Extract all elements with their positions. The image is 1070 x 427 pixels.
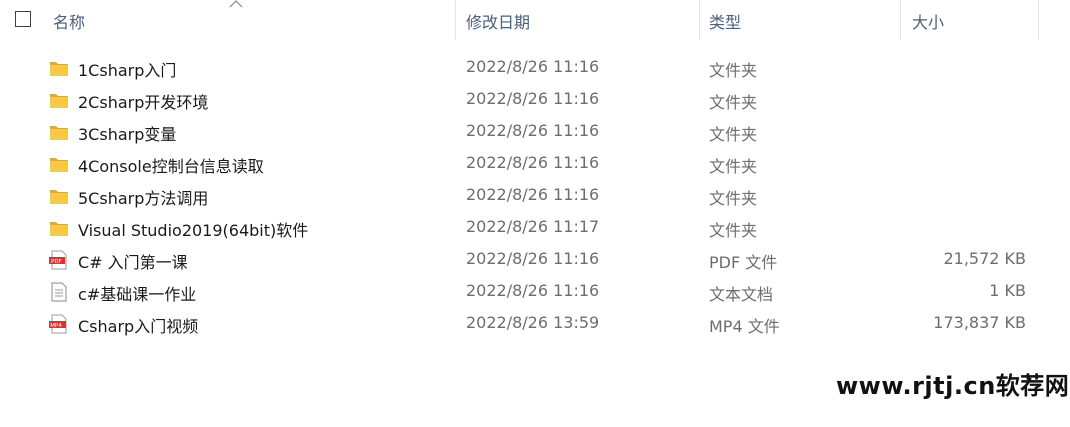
file-type: 文件夹 — [709, 61, 758, 80]
folder-icon — [48, 218, 70, 238]
column-header-type[interactable]: 类型 — [709, 9, 741, 33]
file-size: 173,837 KB — [933, 313, 1026, 332]
folder-icon — [48, 154, 70, 174]
file-row[interactable]: c#基础课一作业 2022/8/26 11:16 文本文档 1 KB — [0, 276, 1070, 308]
file-modified-date: 2022/8/26 11:16 — [466, 89, 600, 108]
file-row[interactable]: 4Console控制台信息读取 2022/8/26 11:16 文件夹 — [0, 148, 1070, 180]
file-row[interactable]: Visual Studio2019(64bit)软件 2022/8/26 11:1… — [0, 212, 1070, 244]
file-modified-date: 2022/8/26 11:16 — [466, 121, 600, 140]
column-header-date[interactable]: 修改日期 — [466, 9, 530, 33]
file-modified-date: 2022/8/26 11:16 — [466, 281, 600, 300]
file-type: 文件夹 — [709, 125, 758, 144]
file-name[interactable]: 2Csharp开发环境 — [78, 89, 208, 113]
file-modified-date: 2022/8/26 11:16 — [466, 153, 600, 172]
file-row[interactable]: 5Csharp方法调用 2022/8/26 11:16 文件夹 — [0, 180, 1070, 212]
file-name[interactable]: Visual Studio2019(64bit)软件 — [78, 217, 308, 241]
column-divider[interactable] — [455, 0, 456, 40]
folder-icon — [48, 90, 70, 110]
file-size: 1 KB — [989, 281, 1026, 300]
column-header-size[interactable]: 大小 — [912, 9, 944, 33]
file-list: 1Csharp入门 2022/8/26 11:16 文件夹 2Csharp开发环境 2… — [0, 52, 1070, 340]
file-row[interactable]: MP4 Csharp入门视频 2022/8/26 13:59 MP4 文件 173,8… — [0, 308, 1070, 340]
file-modified-date: 2022/8/26 11:17 — [466, 217, 600, 236]
column-divider[interactable] — [699, 0, 700, 40]
file-name[interactable]: 5Csharp方法调用 — [78, 185, 208, 209]
file-type: 文件夹 — [709, 93, 758, 112]
file-type: 文本文档 — [709, 285, 774, 304]
file-name[interactable]: c#基础课一作业 — [78, 281, 196, 305]
svg-text:PDF: PDF — [51, 259, 62, 265]
file-row[interactable]: 2Csharp开发环境 2022/8/26 11:16 文件夹 — [0, 84, 1070, 116]
file-type: 文件夹 — [709, 157, 758, 176]
file-name[interactable]: C# 入门第一课 — [78, 249, 188, 273]
column-divider[interactable] — [900, 0, 901, 40]
text-file-icon — [48, 282, 70, 302]
folder-icon — [48, 122, 70, 142]
file-name[interactable]: 4Console控制台信息读取 — [78, 153, 264, 177]
folder-icon — [48, 58, 70, 78]
file-row[interactable]: PDF C# 入门第一课 2022/8/26 11:16 PDF 文件 21,572 … — [0, 244, 1070, 276]
file-size: 21,572 KB — [943, 249, 1026, 268]
svg-text:MP4: MP4 — [50, 323, 62, 329]
file-name[interactable]: 3Csharp变量 — [78, 121, 176, 145]
column-header-name[interactable]: 名称 — [53, 9, 85, 33]
file-modified-date: 2022/8/26 11:16 — [466, 249, 600, 268]
column-header-bar: 名称 修改日期 类型 大小 — [0, 0, 1070, 40]
file-name[interactable]: Csharp入门视频 — [78, 313, 198, 337]
file-modified-date: 2022/8/26 13:59 — [466, 313, 600, 332]
file-type: 文件夹 — [709, 189, 758, 208]
file-type: PDF 文件 — [709, 253, 778, 272]
pdf-file-icon: PDF — [48, 250, 70, 270]
sort-ascending-icon[interactable] — [229, 0, 243, 8]
mp4-file-icon: MP4 — [48, 314, 70, 334]
file-modified-date: 2022/8/26 11:16 — [466, 57, 600, 76]
watermark: www.rjtj.cn软荐网 — [836, 372, 1070, 400]
file-type: MP4 文件 — [709, 317, 780, 336]
file-type: 文件夹 — [709, 221, 758, 240]
file-name[interactable]: 1Csharp入门 — [78, 57, 176, 81]
file-modified-date: 2022/8/26 11:16 — [466, 185, 600, 204]
column-divider[interactable] — [1038, 0, 1039, 40]
file-row[interactable]: 3Csharp变量 2022/8/26 11:16 文件夹 — [0, 116, 1070, 148]
folder-icon — [48, 186, 70, 206]
select-all-checkbox[interactable] — [15, 11, 31, 27]
file-row[interactable]: 1Csharp入门 2022/8/26 11:16 文件夹 — [0, 52, 1070, 84]
